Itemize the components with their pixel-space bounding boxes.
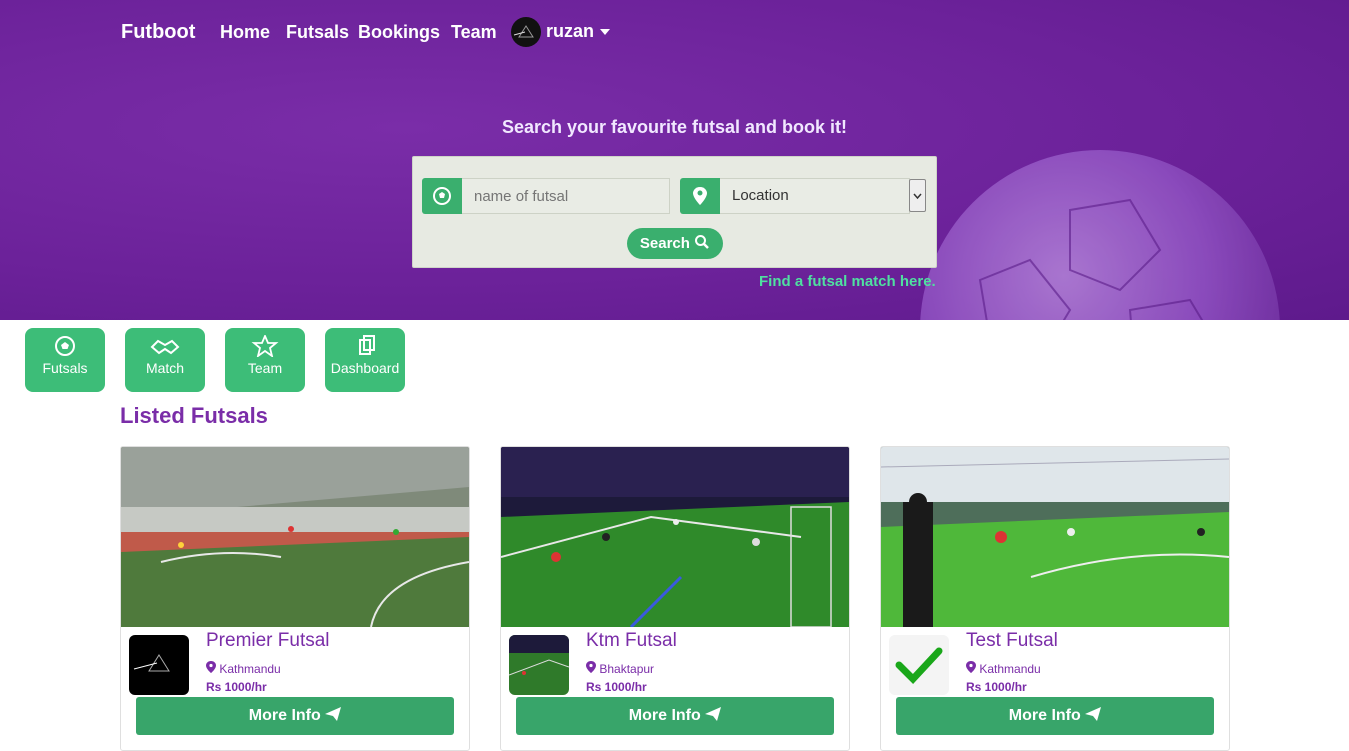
quick-futsals-button[interactable]: Futsals	[25, 328, 105, 392]
location-pin-icon	[586, 661, 596, 673]
quick-dashboard-label: Dashboard	[330, 360, 400, 376]
location-pin-icon	[206, 661, 216, 673]
user-menu[interactable]: ruzan	[546, 21, 594, 42]
more-info-button[interactable]: More Info	[516, 697, 834, 735]
futsal-photo	[501, 447, 849, 627]
futsal-photo	[121, 447, 469, 627]
futsal-location: Kathmandu	[206, 661, 281, 676]
futsal-price: Rs 1000/hr	[206, 680, 267, 694]
futsal-name[interactable]: Premier Futsal	[206, 630, 330, 652]
nav-bookings[interactable]: Bookings	[358, 22, 440, 43]
paper-plane-icon	[1085, 707, 1102, 721]
quick-dashboard-button[interactable]: Dashboard	[325, 328, 405, 392]
futsal-logo	[889, 635, 949, 695]
more-info-button[interactable]: More Info	[896, 697, 1214, 735]
location-pin-icon	[966, 661, 976, 673]
futsal-name[interactable]: Ktm Futsal	[586, 630, 677, 652]
quick-team-button[interactable]: Team	[225, 328, 305, 392]
futsal-card: Test Futsal Kathmandu Rs 1000/hr More In…	[880, 446, 1230, 751]
futsal-location: Bhaktapur	[586, 661, 654, 676]
football-image	[920, 150, 1280, 320]
copy-icon	[359, 335, 375, 355]
hero-tagline: Search your favourite futsal and book it…	[501, 117, 848, 137]
futsal-photo	[881, 447, 1229, 627]
futsal-location-text: Kathmandu	[219, 662, 281, 676]
search-button[interactable]: Search	[627, 228, 723, 259]
more-info-button[interactable]: More Info	[136, 697, 454, 735]
location-select[interactable]: Location	[720, 178, 910, 214]
search-button-label: Search	[639, 235, 690, 252]
location-pin-icon	[680, 178, 720, 214]
futsal-price: Rs 1000/hr	[966, 680, 1027, 694]
more-info-label: More Info	[248, 707, 321, 724]
futsal-price: Rs 1000/hr	[586, 680, 647, 694]
football-icon	[422, 178, 462, 214]
nav-team[interactable]: Team	[451, 22, 497, 43]
futsal-name-input[interactable]	[462, 178, 670, 214]
paper-plane-icon	[325, 707, 342, 721]
top-navbar: Futboot Home Futsals Bookings Team ruzan	[0, 0, 1349, 64]
find-match-link[interactable]: Find a futsal match here.	[759, 273, 936, 290]
futsal-name[interactable]: Test Futsal	[966, 630, 1058, 652]
quick-match-button[interactable]: Match	[125, 328, 205, 392]
chevron-down-icon[interactable]	[600, 29, 610, 35]
futsal-card: Ktm Futsal Bhaktapur Rs 1000/hr More Inf…	[500, 446, 850, 751]
handshake-icon	[150, 339, 180, 355]
more-info-label: More Info	[628, 707, 701, 724]
star-icon	[251, 335, 279, 357]
search-icon	[695, 235, 709, 249]
nav-futsals[interactable]: Futsals	[286, 22, 349, 43]
football-icon	[55, 336, 75, 356]
futsal-logo	[509, 635, 569, 695]
more-info-label: More Info	[1008, 707, 1081, 724]
quick-futsals-label: Futsals	[42, 360, 88, 376]
nav-home[interactable]: Home	[220, 22, 270, 43]
brand-logo[interactable]: Futboot	[121, 21, 195, 44]
section-title: Listed Futsals	[120, 403, 268, 428]
select-dropdown-icon[interactable]	[909, 179, 926, 212]
paper-plane-icon	[705, 707, 722, 721]
quick-match-label: Match	[145, 360, 185, 376]
quick-team-label: Team	[247, 360, 283, 376]
user-avatar[interactable]	[511, 17, 541, 47]
futsal-logo	[129, 635, 189, 695]
futsal-card: Premier Futsal Kathmandu Rs 1000/hr More…	[120, 446, 470, 751]
futsal-location-text: Bhaktapur	[599, 662, 655, 676]
futsal-location: Kathmandu	[966, 661, 1041, 676]
futsal-location-text: Kathmandu	[979, 662, 1041, 676]
